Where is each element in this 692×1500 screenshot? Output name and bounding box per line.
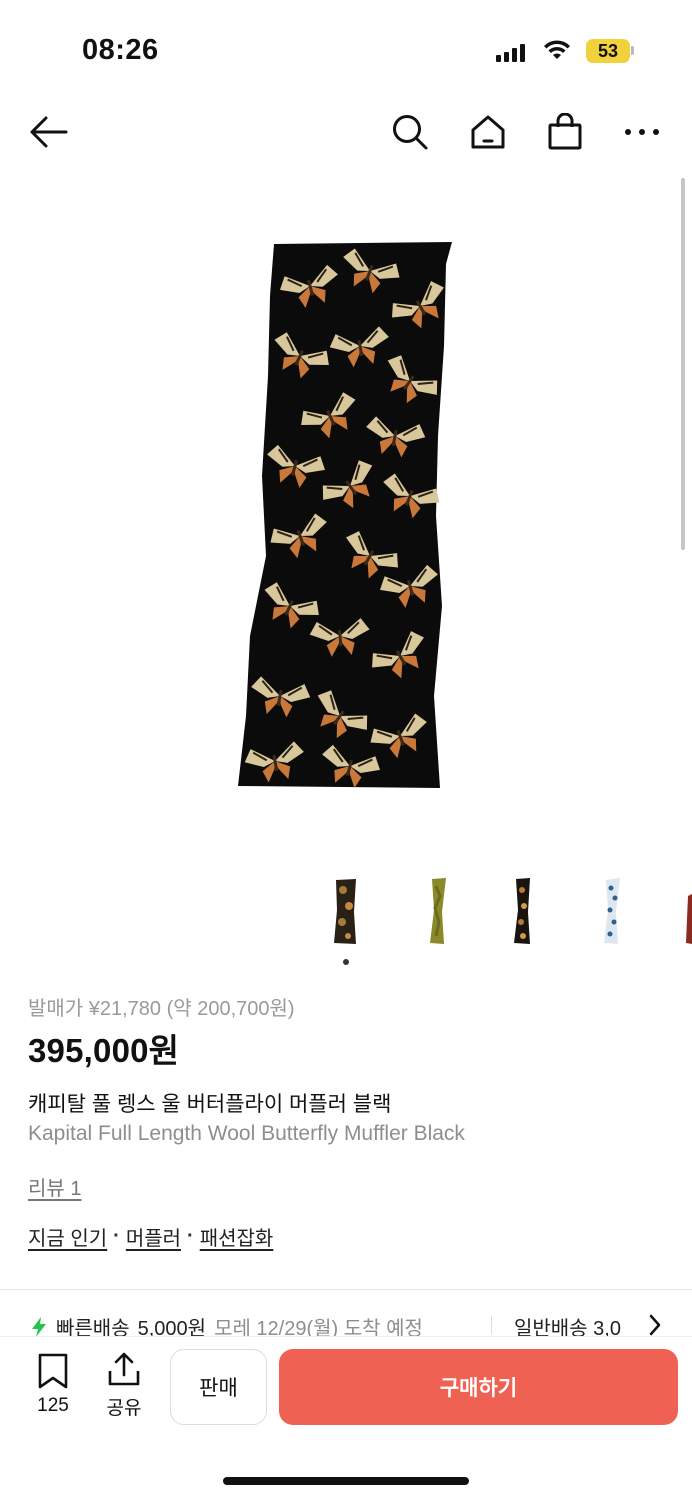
thumbnail-4[interactable] [598,876,628,946]
tag-separator: · [187,1225,194,1247]
back-arrow-icon[interactable] [28,112,68,152]
tag-popular-now[interactable]: 지금 인기 [28,1222,107,1251]
fast-shipping-date: 모레 12/29(월) 도착 예정 [214,1318,423,1336]
buy-button[interactable]: 구매하기 [279,1349,678,1425]
wifi-icon [544,40,570,59]
battery-cap [631,46,634,55]
shipping-divider [491,1316,492,1334]
status-time: 08:26 [82,34,159,66]
tag-fashion-accessories[interactable]: 패션잡화 [200,1222,274,1251]
fast-shipping-label: 빠른배송 [56,1318,130,1336]
product-name-korean: 캐피탈 풀 렝스 울 버터플라이 머플러 블랙 [28,1093,392,1116]
share-label: 공유 [106,1398,142,1419]
status-bar: 08:26 53 [0,0,692,100]
shipping-options[interactable]: 빠른배송 5,000원 모레 12/29(월) 도착 예정 일반배송 3,0 [0,1310,692,1336]
scarf-illustration [238,242,457,795]
tag-muffler[interactable]: 머플러 [126,1222,181,1251]
fast-shipping-price: 5,000원 [137,1318,207,1336]
bookmark-icon [38,1353,68,1389]
share-icon [108,1352,140,1386]
thumbnail-strip [0,876,692,952]
home-icon[interactable] [468,112,508,152]
normal-shipping-option[interactable]: 일반배송 3,0 [514,1312,644,1336]
tag-separator: · [113,1225,120,1247]
page-scrollbar[interactable] [681,178,685,550]
cellular-signal-icon [496,42,525,62]
release-price: 발매가 ¥21,780 (약 200,700원) [28,998,295,1020]
current-price: 395,000원 [28,1032,180,1069]
section-divider [0,1289,692,1290]
product-name-english: Kapital Full Length Wool Butterfly Muffl… [28,1122,465,1145]
home-indicator[interactable] [223,1477,469,1485]
chevron-right-icon[interactable] [648,1314,662,1336]
category-tags: 지금 인기 · 머플러 · 패션잡화 [28,1222,273,1251]
bottom-action-bar: 125 공유 판매 구매하기 [0,1336,692,1500]
sell-button[interactable]: 판매 [170,1349,267,1425]
fast-shipping-option[interactable]: 빠른배송 5,000원 모레 12/29(월) 도착 예정 [30,1312,423,1336]
thumbnail-5[interactable] [684,876,692,946]
search-icon[interactable] [390,112,430,152]
thumbnail-indicator-dot [343,959,349,965]
lightning-bolt-icon [32,1316,46,1336]
thumbnail-3[interactable] [508,876,538,946]
thumbnail-2[interactable] [422,876,452,946]
top-nav [0,100,692,166]
bookmark-count: 125 [37,1395,69,1416]
thumbnail-1[interactable] [330,876,360,946]
product-image[interactable] [0,176,692,856]
review-link[interactable]: 리뷰 1 [28,1172,81,1201]
bookmark-button[interactable]: 125 [28,1353,78,1417]
more-options-icon[interactable] [622,112,662,152]
share-button[interactable]: 공유 [100,1351,148,1420]
battery-icon: 53 [586,39,630,63]
shopping-bag-icon[interactable] [545,112,585,152]
